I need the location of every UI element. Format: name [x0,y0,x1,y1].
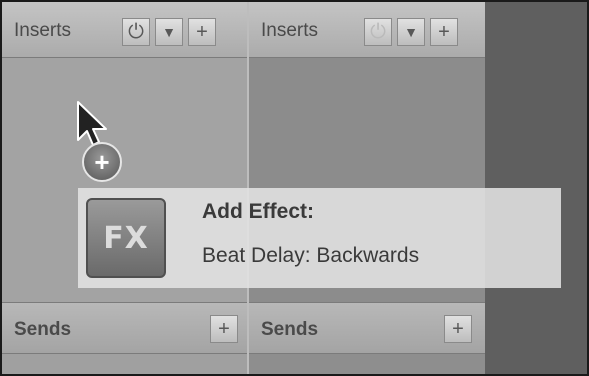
inserts-header: Inserts ⏻ ▼ + [249,2,485,58]
fx-icon: FX [86,198,166,278]
power-icon: ⏻ [370,21,386,43]
inserts-dropdown-button[interactable]: ▼ [397,18,425,46]
tooltip-effect-name: Beat Delay: Backwards [202,244,420,267]
chevron-down-icon: ▼ [404,24,418,40]
add-send-button[interactable]: + [444,315,472,343]
sends-header: Sends + [249,302,485,354]
add-send-button[interactable]: + [210,315,238,343]
sends-label: Sends [14,319,72,340]
plus-icon: + [196,21,208,43]
plus-icon: + [438,21,450,43]
plus-icon: + [218,318,230,340]
chevron-down-icon: ▼ [162,24,176,40]
add-insert-button[interactable]: + [430,18,458,46]
plus-circle-icon: + [82,142,122,182]
sends-slot-area[interactable] [2,354,247,374]
power-button[interactable]: ⏻ [122,18,150,46]
inserts-header: Inserts ⏻ ▼ + [2,2,247,58]
inserts-label: Inserts [14,20,72,41]
mixer-screenshot: Inserts ⏻ ▼ + Sends + Inserts ⏻ ▼ + Send… [0,0,589,376]
power-icon: ⏻ [128,21,144,43]
add-insert-button[interactable]: + [188,18,216,46]
inserts-dropdown-button[interactable]: ▼ [155,18,183,46]
sends-header: Sends + [2,302,247,354]
inserts-label: Inserts [261,20,319,41]
plus-icon: + [452,318,464,340]
sends-slot-area[interactable] [249,354,485,374]
add-effect-tooltip: FX Add Effect: Beat Delay: Backwards [78,188,561,288]
power-button[interactable]: ⏻ [364,18,392,46]
sends-label: Sends [261,319,319,340]
tooltip-title: Add Effect: [202,200,314,223]
fx-icon-label: FX [103,220,149,256]
